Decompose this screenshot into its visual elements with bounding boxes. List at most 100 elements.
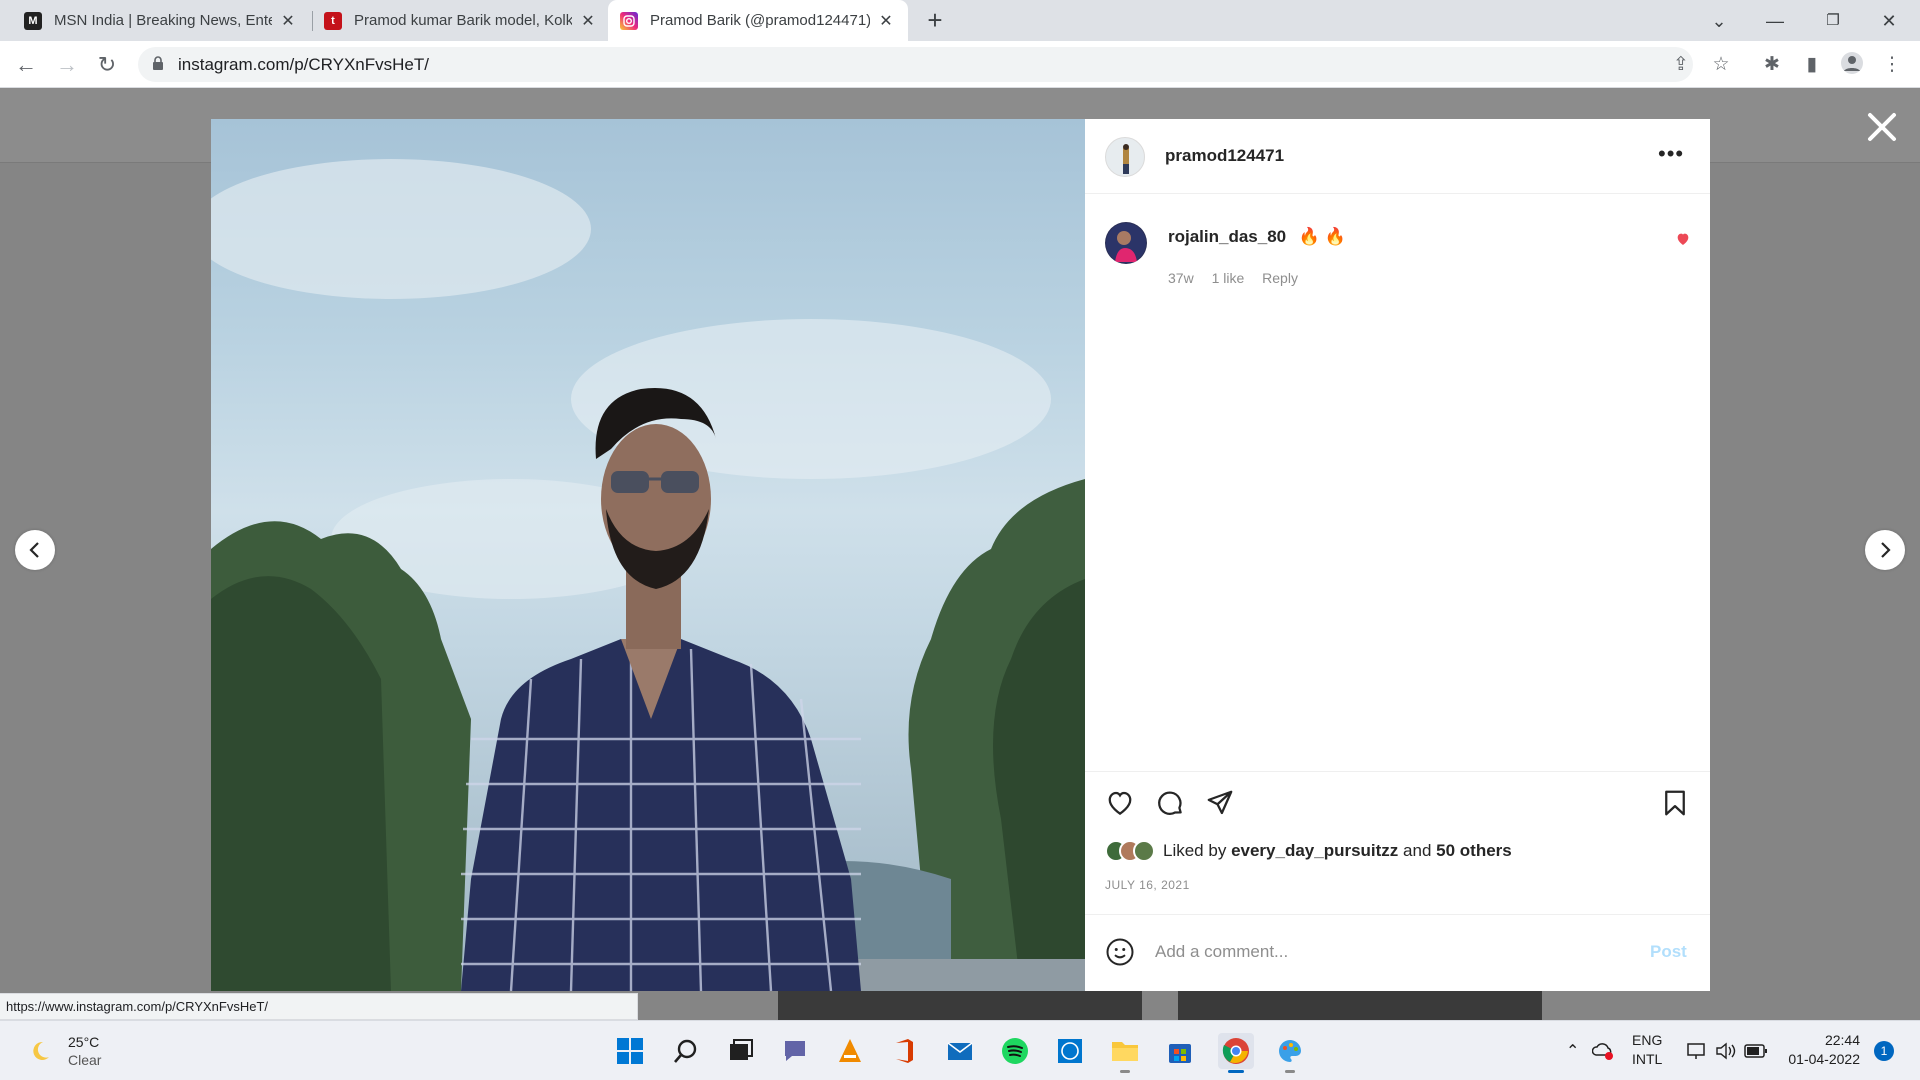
comment-text: 🔥 🔥 xyxy=(1298,227,1346,246)
notification-badge[interactable]: 1 xyxy=(1874,1041,1894,1061)
mail-icon xyxy=(947,1042,973,1060)
forward-button[interactable]: → xyxy=(51,49,83,81)
clock-time: 22:44 xyxy=(1824,1032,1860,1048)
commenter-username[interactable]: rojalin_das_80 xyxy=(1168,227,1286,246)
t-icon: t xyxy=(324,11,342,30)
taskbar-office[interactable] xyxy=(886,1033,922,1069)
share-direct-icon[interactable] xyxy=(1205,788,1235,818)
new-tab-button[interactable]: + xyxy=(920,6,950,36)
comment-icon[interactable] xyxy=(1155,788,1185,818)
taskbar-store[interactable] xyxy=(1162,1033,1198,1069)
chevron-right-icon xyxy=(1881,542,1891,558)
post-header: pramod124471 ••• xyxy=(1085,119,1710,194)
temperature: 25°C xyxy=(68,1034,100,1050)
tab-title: MSN India | Breaking News, Entertainment xyxy=(54,12,272,29)
like-heart-icon[interactable] xyxy=(1105,788,1135,818)
tab-search-icon[interactable]: ⌄ xyxy=(1696,6,1742,36)
taskbar-dell[interactable] xyxy=(1052,1033,1088,1069)
tab-title: Pramod kumar Barik model, Kolkata xyxy=(354,12,572,29)
extensions-icon[interactable]: ✱ xyxy=(1758,51,1786,79)
taskbar-teams-chat[interactable] xyxy=(777,1033,813,1069)
dell-icon xyxy=(1058,1039,1082,1063)
paint-icon xyxy=(1279,1040,1301,1062)
tab-instagram[interactable]: Pramod Barik (@pramod124471) ✕ xyxy=(608,0,908,41)
author-avatar[interactable] xyxy=(1105,137,1145,177)
previous-post-button[interactable] xyxy=(15,530,55,570)
taskbar-paint[interactable] xyxy=(1272,1033,1308,1073)
tab-pramod-kolkata[interactable]: t Pramod kumar Barik model, Kolkata ✕ xyxy=(312,0,610,41)
taskbar-chrome[interactable] xyxy=(1218,1033,1254,1073)
close-window-button[interactable]: ✕ xyxy=(1866,6,1912,36)
store-icon xyxy=(1169,1044,1191,1063)
show-hidden-icons[interactable]: ⌃ xyxy=(1566,1041,1579,1080)
vlc-icon xyxy=(839,1039,861,1062)
add-comment-bar: Post xyxy=(1085,914,1710,992)
close-tab-icon[interactable]: ✕ xyxy=(876,11,896,31)
weather-widget[interactable]: 25°C Clear xyxy=(28,1033,101,1069)
restore-button[interactable]: ❐ xyxy=(1810,6,1856,36)
bookmark-star-icon[interactable]: ☆ xyxy=(1708,52,1734,78)
liker-avatar xyxy=(1133,840,1155,862)
onedrive-icon[interactable] xyxy=(1592,1041,1614,1061)
taskbar-search[interactable] xyxy=(668,1033,704,1069)
liked-by-user-link[interactable]: every_day_pursuitzz xyxy=(1231,841,1398,860)
commenter-avatar[interactable] xyxy=(1105,222,1147,264)
language-indicator[interactable]: ENG INTL xyxy=(1632,1031,1662,1080)
post-date[interactable]: JULY 16, 2021 xyxy=(1105,878,1190,892)
windows-taskbar: 25°C Clear ⌃ ENG INTL 22:44 01-04-2022 1 xyxy=(0,1020,1920,1080)
task-view[interactable] xyxy=(723,1033,759,1069)
author-username[interactable]: pramod124471 xyxy=(1165,146,1284,166)
liked-by-and: and xyxy=(1403,841,1432,860)
comment-likes[interactable]: 1 like xyxy=(1212,270,1245,286)
battery-icon[interactable] xyxy=(1744,1043,1768,1059)
volume-icon[interactable] xyxy=(1714,1041,1736,1061)
more-options-icon[interactable]: ••• xyxy=(1658,141,1684,167)
post-photo[interactable] xyxy=(211,119,1085,991)
taskbar-spotify[interactable] xyxy=(997,1033,1033,1069)
chat-icon xyxy=(785,1041,805,1061)
profile-icon[interactable] xyxy=(1838,51,1866,79)
chrome-icon xyxy=(1222,1038,1249,1064)
tab-msn[interactable]: M MSN India | Breaking News, Entertainme… xyxy=(12,0,310,41)
taskbar-vlc[interactable] xyxy=(832,1033,868,1069)
close-tab-icon[interactable]: ✕ xyxy=(278,11,298,31)
side-panel-icon[interactable]: ▮ xyxy=(1798,51,1826,79)
next-post-button[interactable] xyxy=(1865,530,1905,570)
close-tab-icon[interactable]: ✕ xyxy=(578,11,598,31)
reply-button[interactable]: Reply xyxy=(1262,270,1298,286)
post-photo-illustration xyxy=(211,159,1085,991)
comment-liked-heart-icon[interactable] xyxy=(1675,231,1691,247)
address-bar[interactable]: instagram.com/p/CRYXnFvsHeT/ ⇪ ☆ xyxy=(138,47,1730,82)
liked-by-others-link[interactable]: 50 others xyxy=(1436,841,1512,860)
emoji-icon[interactable] xyxy=(1105,937,1135,967)
reload-button[interactable]: ↻ xyxy=(91,49,123,81)
taskbar-file-explorer[interactable] xyxy=(1107,1033,1143,1073)
language-code: ENG xyxy=(1632,1032,1663,1048)
share-icon[interactable]: ⇪ xyxy=(1668,52,1694,78)
url-text[interactable]: instagram.com/p/CRYXnFvsHeT/ xyxy=(178,55,429,75)
network-icon[interactable] xyxy=(1686,1041,1708,1061)
chevron-left-icon xyxy=(29,542,39,558)
active-indicator xyxy=(1228,1070,1244,1073)
menu-icon[interactable]: ⋮ xyxy=(1878,51,1906,79)
clock-date: 01-04-2022 xyxy=(1788,1051,1860,1067)
spotify-icon xyxy=(1002,1038,1028,1064)
start-button[interactable] xyxy=(612,1033,648,1069)
search-icon xyxy=(674,1039,697,1063)
back-button[interactable]: ← xyxy=(10,49,42,81)
close-modal-icon[interactable] xyxy=(1864,109,1900,145)
msn-icon: M xyxy=(24,11,42,30)
clock[interactable]: 22:44 01-04-2022 xyxy=(1780,1031,1860,1080)
liked-by-text: Liked by every_day_pursuitzz and 50 othe… xyxy=(1163,841,1512,861)
minimize-button[interactable]: — xyxy=(1752,6,1798,36)
post-comment-button[interactable]: Post xyxy=(1650,942,1687,962)
keyboard-layout: INTL xyxy=(1632,1051,1663,1067)
moon-icon xyxy=(33,1041,49,1060)
tab-title: Pramod Barik (@pramod124471) xyxy=(650,12,870,29)
save-bookmark-icon[interactable] xyxy=(1660,788,1690,818)
comment-age[interactable]: 37w xyxy=(1168,270,1194,286)
taskbar-mail[interactable] xyxy=(942,1033,978,1069)
liked-by-row: Liked by every_day_pursuitzz and 50 othe… xyxy=(1105,840,1512,862)
comment-input[interactable] xyxy=(1155,937,1615,967)
folder-icon xyxy=(1112,1042,1138,1061)
